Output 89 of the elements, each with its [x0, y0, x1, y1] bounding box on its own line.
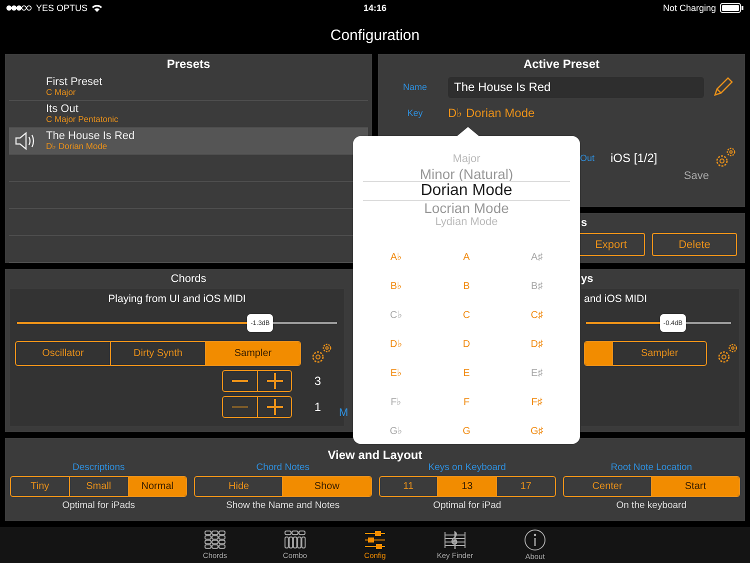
side-label: M [339, 407, 348, 419]
source-text: Playing from UI and iOS MIDI [108, 293, 246, 305]
plus-icon [266, 399, 283, 415]
battery-status: Not Charging [662, 3, 716, 13]
note-button[interactable]: C♭ [361, 304, 432, 326]
option-note: Optimal for iPads [62, 500, 136, 511]
mode-option[interactable]: Locrian Mode [424, 200, 509, 216]
note-button[interactable]: B♯ [502, 275, 572, 297]
panel-title: Chords [170, 273, 206, 285]
preset-key: D♭ Dorian Mode [46, 142, 135, 152]
save-button[interactable]: Save [684, 170, 709, 182]
output-value: iOS [1/2] [610, 151, 658, 165]
note-button[interactable]: A♭ [361, 246, 432, 268]
segment-option[interactable]: 11 [380, 477, 438, 496]
note-button[interactable]: G♭ [361, 420, 432, 442]
segment-option[interactable]: 13 [437, 477, 496, 496]
note-button[interactable]: D [431, 333, 502, 355]
note-button[interactable]: F [431, 391, 502, 413]
preset-name: First Preset [46, 76, 102, 88]
note-button[interactable]: A [431, 246, 502, 268]
field-label: Key [406, 108, 424, 118]
option-note: Show the Name and Notes [226, 500, 340, 511]
segment-option[interactable]: Show [282, 477, 370, 496]
stepper-value: 3 [314, 374, 321, 388]
note-button[interactable]: A♯ [502, 246, 572, 268]
panel-title: Presets [166, 57, 210, 71]
preset-key: C Major [46, 88, 102, 98]
note-button[interactable]: D♯ [502, 333, 572, 355]
minus-icon [232, 380, 248, 382]
keys-icon [284, 530, 306, 550]
option-label: Root Note Location [610, 462, 692, 473]
preset-row[interactable]: The House Is Red D♭ Dorian Mode [9, 128, 368, 155]
source-text: and iOS MIDI [584, 292, 648, 307]
option-label: Chord Notes [256, 462, 310, 473]
field-label: Name [402, 82, 428, 92]
segment-option[interactable]: 17 [496, 477, 555, 496]
option-note: On the keyboard [616, 500, 686, 511]
option-label: Keys on Keyboard [428, 462, 506, 473]
note-button[interactable]: C [431, 304, 502, 326]
note-button[interactable]: E♯ [502, 362, 572, 384]
key-selector[interactable]: D♭ Dorian Mode [448, 106, 535, 120]
stepper-control[interactable] [222, 396, 292, 418]
note-button[interactable]: B [431, 275, 502, 297]
segment-option[interactable]: Start [650, 477, 739, 496]
segment-option[interactable]: Center [564, 477, 651, 496]
note-button[interactable]: E [431, 362, 502, 384]
preset-name: The House Is Red [46, 130, 135, 142]
panel-title: Active Preset [523, 57, 600, 71]
note-button[interactable]: D♭ [361, 333, 432, 355]
treble-clef-icon [444, 530, 466, 550]
option-note: Optimal for iPad [433, 500, 502, 511]
segment-option[interactable]: Oscillator [16, 342, 110, 365]
plus-icon [266, 373, 283, 389]
note-button[interactable]: C♯ [502, 304, 572, 326]
note-button[interactable]: B♭ [361, 275, 432, 297]
screen-title: Configuration [330, 26, 420, 44]
stepper-control[interactable] [222, 370, 292, 392]
info-icon [524, 529, 546, 551]
note-button[interactable]: F♭ [361, 391, 432, 413]
option-label: Descriptions [72, 462, 125, 473]
mode-option[interactable]: Minor (Natural) [420, 166, 514, 182]
segment-option[interactable]: Normal [128, 477, 186, 496]
segment-option[interactable]: Tiny [11, 477, 69, 496]
panel-title: ys [581, 272, 594, 287]
panel-title: s [581, 216, 588, 231]
preset-key: C Major Pentatonic [46, 115, 118, 125]
clock-time: 14:16 [363, 3, 387, 13]
battery-icon [720, 3, 744, 13]
grid-icon [204, 530, 226, 550]
panel-title: View and Layout [328, 448, 422, 462]
name-field[interactable]: The House Is Red [448, 76, 704, 98]
note-button[interactable]: G♯ [502, 420, 572, 442]
preset-name: Its Out [46, 103, 80, 116]
sliders-icon [364, 530, 386, 550]
pencil-icon[interactable] [712, 76, 734, 98]
note-button[interactable]: F♯ [502, 391, 572, 413]
wifi-icon [92, 4, 102, 12]
preset-row[interactable]: First Preset C Major [9, 74, 368, 101]
stepper-value: 1 [314, 400, 321, 414]
signal-icon [6, 5, 32, 11]
segment-option[interactable]: Hide [195, 477, 282, 496]
delete-button[interactable]: Delete [652, 233, 737, 256]
field-label: Out [580, 153, 595, 163]
carrier-name: YES OPTUS [36, 3, 88, 13]
note-button[interactable]: E♭ [361, 362, 432, 384]
mode-option[interactable]: Dorian Mode [420, 182, 512, 200]
minus-icon [232, 406, 248, 408]
note-button[interactable]: G [431, 420, 502, 442]
segment-option[interactable]: Sampler [205, 342, 300, 365]
